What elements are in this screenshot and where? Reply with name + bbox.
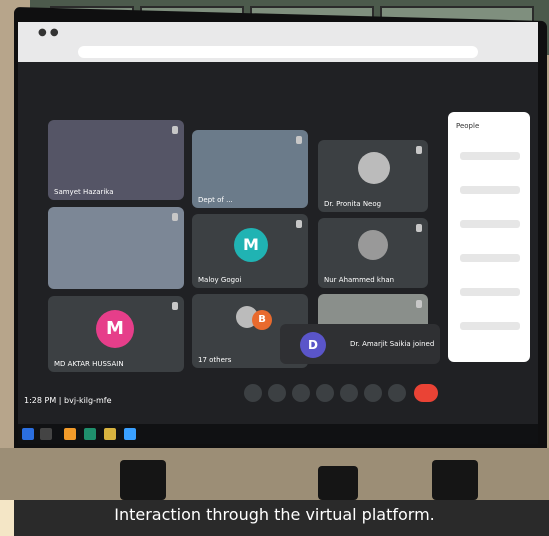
avatar: B (252, 310, 272, 330)
panel-row[interactable] (460, 254, 520, 262)
participant-name: Nur Ahammed khan (324, 276, 395, 284)
mic-icon (416, 300, 422, 308)
camera (318, 466, 358, 500)
panel-row[interactable] (460, 322, 520, 330)
firefox-icon[interactable] (64, 428, 76, 440)
notification-text: Dr. Amarjit Saikia joined (350, 340, 435, 348)
mic-icon (416, 224, 422, 232)
photo-caption: Interaction through the virtual platform… (114, 505, 435, 524)
people-panel: People (448, 112, 530, 362)
mic-icon (172, 213, 178, 221)
mic-icon (416, 146, 422, 154)
meeting-time: 1:28 PM | bvj-kilg-mfe (24, 396, 112, 405)
avatar: D (300, 332, 326, 358)
panel-row[interactable] (460, 288, 520, 296)
photo-frame: ● ● Samyet Hazarika Dept of ... Dr. Pron… (0, 0, 549, 536)
folder-icon[interactable] (104, 428, 116, 440)
end-call-button[interactable] (414, 384, 438, 402)
present-button[interactable] (340, 384, 358, 402)
panel-row[interactable] (460, 220, 520, 228)
mic-icon (172, 302, 178, 310)
participant-name: Maloy Gogoi (198, 276, 242, 284)
mic-icon (296, 220, 302, 228)
participant-name: Dept of ... (198, 196, 233, 204)
participant-tile: Dr. Pronita Neog (318, 140, 428, 212)
speaker (120, 460, 166, 500)
app-icon[interactable] (84, 428, 96, 440)
windows-taskbar (18, 424, 538, 444)
participant-name: Samyet Hazarika (54, 188, 114, 196)
panel-title: People (456, 122, 480, 130)
meeting-code: bvj-kilg-mfe (64, 396, 112, 405)
participant-tile: Dept of ... (192, 130, 308, 208)
participant-tile (48, 207, 184, 289)
participant-tile: Nur Ahammed khan (318, 218, 428, 288)
mic-icon (172, 126, 178, 134)
panel-row[interactable] (460, 152, 520, 160)
captions-button[interactable] (292, 384, 310, 402)
browser-chrome: ● ● (18, 22, 538, 62)
avatar: M (96, 310, 134, 348)
address-bar[interactable] (78, 46, 478, 58)
join-notification: D Dr. Amarjit Saikia joined (280, 324, 440, 364)
windows-start-icon[interactable] (22, 428, 34, 440)
browser-tab[interactable]: ● ● (38, 27, 59, 43)
participant-name: Dr. Pronita Neog (324, 200, 382, 208)
more-options-button[interactable] (388, 384, 406, 402)
mic-button[interactable] (244, 384, 262, 402)
participant-tile: M MD AKTAR HUSSAIN (48, 296, 184, 372)
speaker (432, 460, 478, 500)
participant-tile: M Maloy Gogoi (192, 214, 308, 288)
avatar (358, 152, 390, 184)
app-icon[interactable] (124, 428, 136, 440)
panel-row[interactable] (460, 186, 520, 194)
camera-button[interactable] (268, 384, 286, 402)
avatar (358, 230, 388, 260)
participant-name: MD AKTAR HUSSAIN (54, 360, 124, 368)
task-view-icon[interactable] (40, 428, 52, 440)
participant-name: 17 others (198, 356, 232, 364)
time-value: 1:28 PM (24, 396, 57, 405)
mic-icon (296, 136, 302, 144)
participant-tile: Samyet Hazarika (48, 120, 184, 200)
raise-hand-button[interactable] (364, 384, 382, 402)
emoji-button[interactable] (316, 384, 334, 402)
avatar: M (234, 228, 268, 262)
